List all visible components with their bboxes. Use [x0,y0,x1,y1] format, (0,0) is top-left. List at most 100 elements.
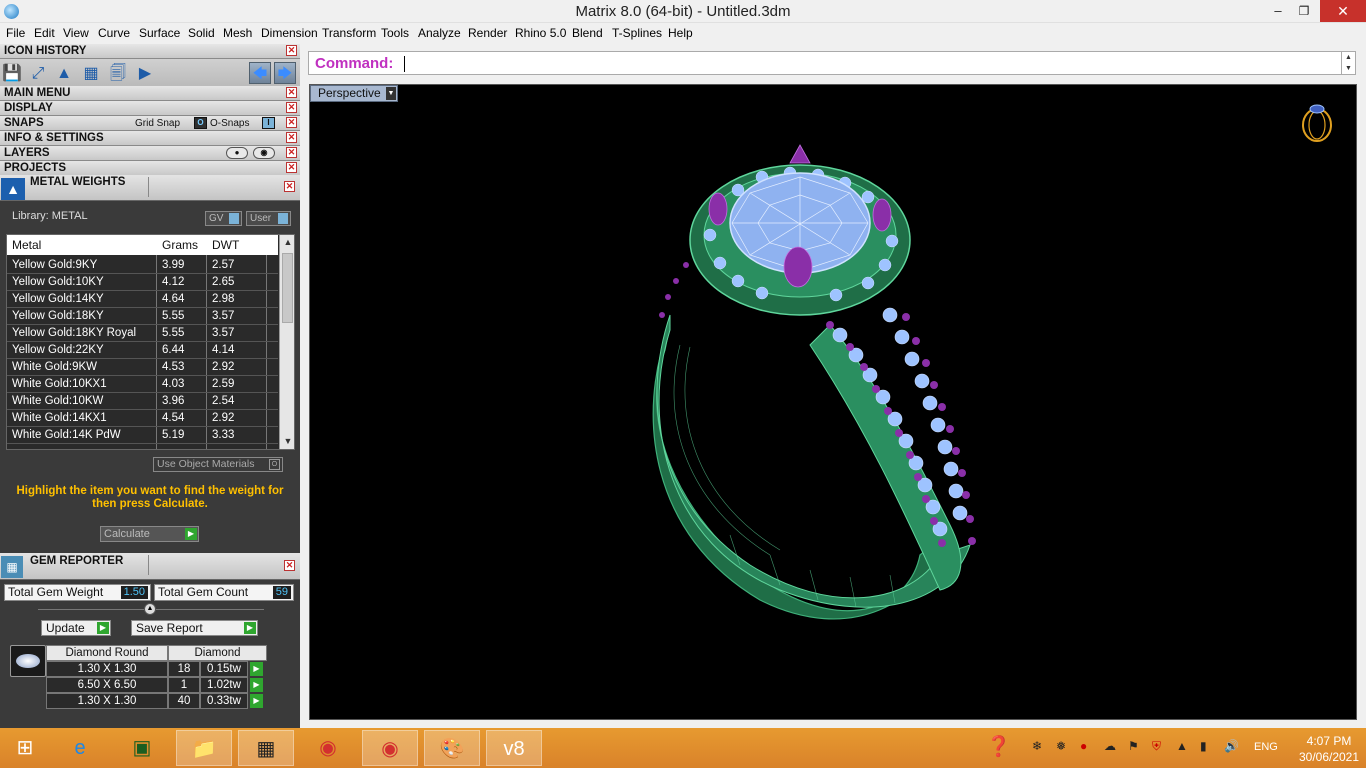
close-icon[interactable]: ✕ [286,117,297,128]
metal-weights-table[interactable]: Metal Grams DWT Yellow Gold:9KY 3.99 2.57 Y… [6,234,295,450]
windows-start-icon[interactable]: ⊞ [0,730,50,766]
clock-time[interactable]: 4:07 PM [1296,734,1362,748]
ring-model[interactable] [310,85,1356,719]
snaps-header[interactable]: SNAPS Grid Snap O O-Snaps I ✕ [0,116,300,131]
menu-dimension[interactable]: Dimension [261,26,318,40]
close-icon[interactable]: ✕ [286,102,297,113]
close-button[interactable]: ✕ [1320,0,1366,22]
menu-help[interactable]: Help [668,26,693,40]
save-icon[interactable]: 💾 [1,63,23,85]
menu-render[interactable]: Render [468,26,507,40]
slider-handle[interactable]: ▲ [144,603,156,615]
close-icon[interactable]: ✕ [286,147,297,158]
scroll-up-icon[interactable]: ▲ [281,235,294,249]
eye-icon[interactable]: ◉ [253,147,275,159]
language-indicator[interactable]: ENG [1254,741,1278,753]
clock-date[interactable]: 30/06/2021 [1294,750,1364,764]
grid-snap-toggle[interactable]: O [194,117,207,129]
internet-explorer-icon[interactable]: e [52,730,108,766]
ring-navigation-widget[interactable] [1298,101,1336,143]
file-explorer-icon[interactable]: 📁 [176,730,232,766]
history-back-icon[interactable]: 🡄 [249,62,271,84]
table-row[interactable]: Yellow Gold:22KY 6.44 4.14 [7,342,278,359]
viewport-tab[interactable]: Perspective ▼ [310,85,398,102]
menu-surface[interactable]: Surface [139,26,180,40]
close-icon[interactable]: ✕ [284,181,295,192]
scroll-down-icon[interactable]: ▼ [281,434,294,448]
history-forward-icon[interactable]: 🡆 [274,62,296,84]
paint-icon[interactable]: 🎨 [424,730,480,766]
menu-edit[interactable]: Edit [34,26,55,40]
menu-curve[interactable]: Curve [98,26,130,40]
table-row[interactable]: Yellow Gold:9KY 3.99 2.57 [7,257,278,274]
play-icon[interactable]: ▶ [134,63,156,85]
table-row[interactable]: Yellow Gold:10KY 4.12 2.65 [7,274,278,291]
use-object-materials-button[interactable]: Use Object Materials O [153,457,283,472]
table-row[interactable]: Yellow Gold:18KY Royal 5.55 3.57 [7,325,278,342]
tray-snowflake-icon[interactable]: ❅ [1056,739,1066,753]
menu-analyze[interactable]: Analyze [418,26,461,40]
icon-history-header[interactable]: ICON HISTORY ✕ [0,44,300,59]
signal-icon[interactable]: ▲ [1176,739,1188,753]
menu-tsplines[interactable]: T-Splines [612,26,662,40]
save-report-button[interactable]: Save Report ▶ [131,620,258,636]
menu-mesh[interactable]: Mesh [223,26,252,40]
chevron-down-icon[interactable]: ▼ [386,87,396,100]
store-icon[interactable]: ▣ [114,730,170,766]
shield-icon[interactable]: ⛨ [1152,739,1161,754]
user-toggle[interactable]: User [246,211,291,226]
menu-view[interactable]: View [63,26,89,40]
gv-toggle[interactable]: GV [205,211,242,226]
table-row[interactable]: White Gold:14KX1 4.54 2.92 [7,410,278,427]
flag-icon[interactable]: ⚑ [1128,739,1139,753]
tray-app-icon[interactable]: ❄ [1032,739,1042,753]
perspective-viewport[interactable]: Perspective ▼ [309,84,1357,720]
close-icon[interactable]: ✕ [286,132,297,143]
menu-rhino[interactable]: Rhino 5.0 [515,26,566,40]
tray-cloud-icon[interactable]: ☁ [1104,739,1116,753]
select-gem-icon[interactable]: ▶ [250,678,263,692]
select-gem-icon[interactable]: ▶ [250,694,263,708]
table-row[interactable]: White Gold:10KW 3.96 2.54 [7,393,278,410]
menu-file[interactable]: File [6,26,25,40]
main-menu-header[interactable]: MAIN MENU ✕ [0,86,300,101]
close-icon[interactable]: ✕ [286,162,297,173]
chrome-icon-2[interactable]: ◉ [362,730,418,766]
calculate-button[interactable]: Calculate ▶ [100,526,199,542]
table-row[interactable]: White Gold:9KW 4.53 2.92 [7,359,278,376]
help-icon[interactable]: ❓ [986,734,1011,759]
command-input[interactable]: Command: ▲ ▼ [308,51,1356,75]
close-icon[interactable]: ✕ [284,560,295,571]
table-row[interactable]: White Gold:14K PdW 5.19 3.33 [7,427,278,444]
update-button[interactable]: Update ▶ [41,620,111,636]
metal-weights-icon[interactable]: ▲ [53,63,75,85]
close-icon[interactable]: ✕ [286,45,297,56]
projects-header[interactable]: PROJECTS ✕ [0,161,300,176]
table-row[interactable]: Yellow Gold:14KY 4.64 2.98 [7,291,278,308]
gem-reporter-icon[interactable]: ▦ [80,63,102,85]
v8-app-icon[interactable]: v8 [486,730,542,766]
minimize-button[interactable]: – [1264,0,1292,22]
select-gem-icon[interactable]: ▶ [250,662,263,676]
info-settings-header[interactable]: INFO & SETTINGS ✕ [0,131,300,146]
layers-header[interactable]: LAYERS ● ◉ ✕ [0,146,300,161]
close-icon[interactable]: ✕ [286,87,297,98]
tray-beats-icon[interactable]: ● [1080,739,1087,753]
volume-icon[interactable]: 🔊 [1224,739,1239,753]
menu-transform[interactable]: Transform [322,26,376,40]
menu-solid[interactable]: Solid [188,26,215,40]
copy-icon[interactable]: 🗐 [107,63,129,85]
display-header[interactable]: DISPLAY ✕ [0,101,300,116]
scroll-thumb[interactable] [282,253,293,323]
table-row[interactable]: Yellow Gold:18KY 5.55 3.57 [7,308,278,325]
menu-blend[interactable]: Blend [572,26,603,40]
o-snaps-toggle[interactable]: I [262,117,275,129]
table-scrollbar[interactable]: ▲ ▼ [279,235,294,449]
menu-tools[interactable]: Tools [381,26,409,40]
battery-icon[interactable]: ▮ [1200,739,1207,753]
command-history-spinner[interactable]: ▲ ▼ [1341,52,1355,74]
table-row[interactable]: White Gold:10KX1 4.03 2.59 [7,376,278,393]
matrix-taskbar-icon[interactable]: ▦ [238,730,294,766]
maximize-button[interactable]: ❐ [1290,0,1318,22]
transform-icon[interactable]: ⤢ [27,63,49,85]
